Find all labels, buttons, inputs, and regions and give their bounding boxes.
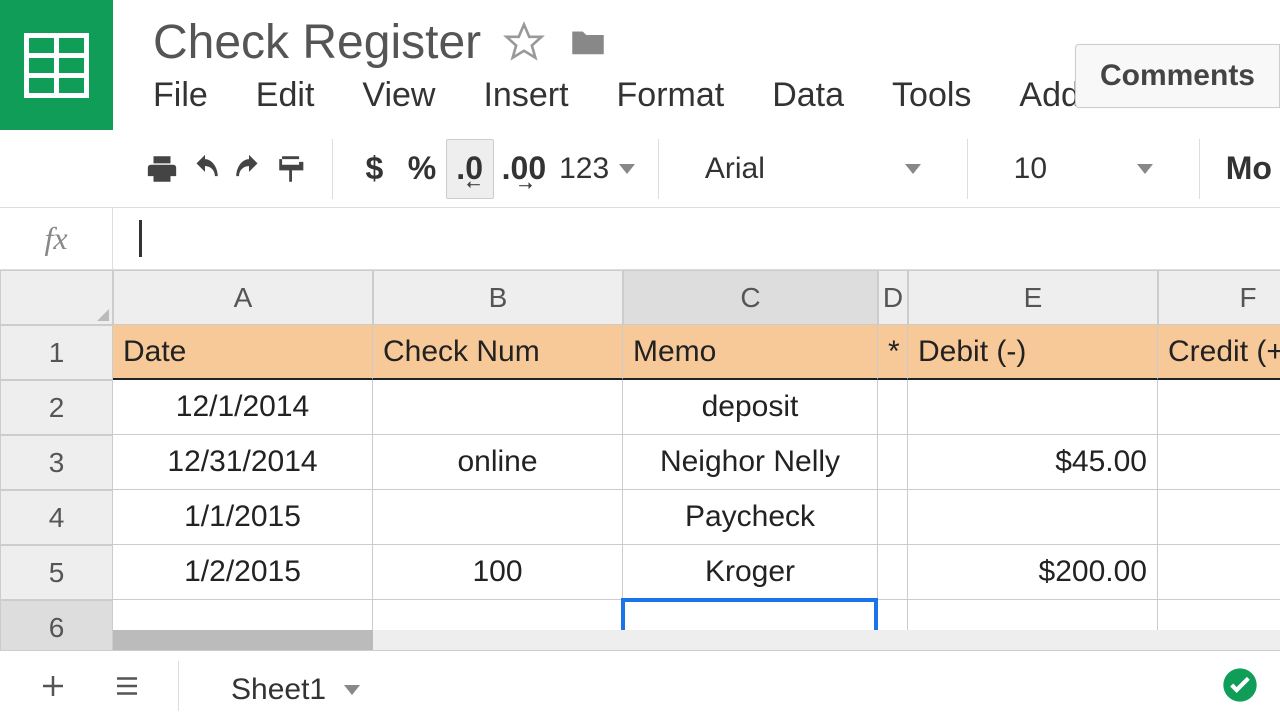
cell-F2[interactable] bbox=[1158, 380, 1280, 435]
cell-E3[interactable]: $45.00 bbox=[908, 435, 1158, 490]
sheet-tab-label: Sheet1 bbox=[231, 673, 326, 707]
select-all-corner[interactable] bbox=[0, 270, 113, 325]
undo-button[interactable] bbox=[183, 139, 226, 199]
row-header-2[interactable]: 2 bbox=[0, 380, 113, 435]
sheets-logo[interactable] bbox=[0, 0, 113, 130]
cell-B4[interactable] bbox=[373, 490, 623, 545]
col-header-B[interactable]: B bbox=[373, 270, 623, 325]
cell-B3[interactable]: online bbox=[373, 435, 623, 490]
cell-D4[interactable] bbox=[878, 490, 908, 545]
formula-bar: fx bbox=[0, 208, 1280, 270]
cell-E4[interactable] bbox=[908, 490, 1158, 545]
row-header-3[interactable]: 3 bbox=[0, 435, 113, 490]
text-caret bbox=[139, 220, 142, 257]
cell-B2[interactable] bbox=[373, 380, 623, 435]
decrease-decimal-button[interactable]: .0 bbox=[446, 139, 494, 199]
col-header-E[interactable]: E bbox=[908, 270, 1158, 325]
cell-A5[interactable]: 1/2/2015 bbox=[113, 545, 373, 600]
row-header-1[interactable]: 1 bbox=[0, 325, 113, 380]
paint-format-button[interactable] bbox=[270, 139, 313, 199]
cell-B5[interactable]: 100 bbox=[373, 545, 623, 600]
cell-C2[interactable]: deposit bbox=[623, 380, 878, 435]
menu-data[interactable]: Data bbox=[772, 76, 844, 115]
scrollbar-thumb[interactable] bbox=[113, 630, 373, 652]
font-size-picker[interactable]: 10 bbox=[986, 152, 1181, 186]
number-format-button[interactable]: 123 bbox=[554, 139, 640, 199]
save-status-icon bbox=[1220, 650, 1260, 720]
col-header-F[interactable]: F bbox=[1158, 270, 1280, 325]
sheet-tab-bar: Sheet1 bbox=[0, 650, 1280, 720]
row-header-4[interactable]: 4 bbox=[0, 490, 113, 545]
print-button[interactable] bbox=[140, 139, 183, 199]
cell-F4[interactable]: $ bbox=[1158, 490, 1280, 545]
cell-B1[interactable]: Check Num bbox=[373, 325, 623, 380]
row-header-5[interactable]: 5 bbox=[0, 545, 113, 600]
numfmt-label: 123 bbox=[559, 152, 609, 186]
cell-A2[interactable]: 12/1/2014 bbox=[113, 380, 373, 435]
row-header-6[interactable]: 6 bbox=[0, 600, 113, 655]
cell-D2[interactable] bbox=[878, 380, 908, 435]
cell-E1[interactable]: Debit (-) bbox=[908, 325, 1158, 380]
sheet-tab-1[interactable]: Sheet1 bbox=[207, 653, 384, 719]
cell-D3[interactable] bbox=[878, 435, 908, 490]
title-bar: Check Register File Edit View Insert For… bbox=[0, 0, 1280, 130]
percent-button[interactable]: % bbox=[398, 139, 445, 199]
toolbar: $ % .0 .00 123 Arial 10 Mo bbox=[0, 130, 1280, 208]
cell-A3[interactable]: 12/31/2014 bbox=[113, 435, 373, 490]
add-sheet-button[interactable] bbox=[30, 663, 76, 709]
more-formats-button[interactable]: Mo bbox=[1218, 150, 1280, 187]
chevron-down-icon bbox=[1137, 164, 1153, 174]
cell-F1[interactable]: Credit (+ bbox=[1158, 325, 1280, 380]
cell-D1[interactable]: * bbox=[878, 325, 908, 380]
font-size-label: 10 bbox=[1014, 152, 1047, 186]
menu-view[interactable]: View bbox=[362, 76, 435, 115]
cell-F5[interactable] bbox=[1158, 545, 1280, 600]
font-picker[interactable]: Arial bbox=[677, 152, 949, 186]
spreadsheet-grid[interactable]: A B C D E F 1 Date Check Num Memo * Debi… bbox=[0, 270, 1280, 650]
col-header-A[interactable]: A bbox=[113, 270, 373, 325]
font-name-label: Arial bbox=[705, 152, 765, 186]
menu-file[interactable]: File bbox=[153, 76, 208, 115]
menu-edit[interactable]: Edit bbox=[256, 76, 315, 115]
cell-C3[interactable]: Neighor Nelly bbox=[623, 435, 878, 490]
cell-F3[interactable] bbox=[1158, 435, 1280, 490]
spreadsheet-icon bbox=[19, 28, 94, 103]
menu-insert[interactable]: Insert bbox=[483, 76, 568, 115]
chevron-down-icon bbox=[905, 164, 921, 174]
col-header-C[interactable]: C bbox=[623, 270, 878, 325]
menu-format[interactable]: Format bbox=[617, 76, 725, 115]
increase-decimal-button[interactable]: .00 bbox=[494, 139, 554, 199]
col-header-D[interactable]: D bbox=[878, 270, 908, 325]
redo-button[interactable] bbox=[227, 139, 270, 199]
formula-input[interactable] bbox=[113, 208, 1280, 269]
cell-E2[interactable] bbox=[908, 380, 1158, 435]
document-title[interactable]: Check Register bbox=[153, 15, 481, 70]
menu-tools[interactable]: Tools bbox=[892, 76, 971, 115]
comments-button[interactable]: Comments bbox=[1075, 44, 1280, 108]
cell-A1[interactable]: Date bbox=[113, 325, 373, 380]
cell-D5[interactable] bbox=[878, 545, 908, 600]
fx-icon: fx bbox=[0, 208, 113, 269]
horizontal-scrollbar[interactable] bbox=[113, 630, 1280, 652]
chevron-down-icon bbox=[344, 685, 360, 695]
cell-C4[interactable]: Paycheck bbox=[623, 490, 878, 545]
cell-A4[interactable]: 1/1/2015 bbox=[113, 490, 373, 545]
chevron-down-icon bbox=[619, 164, 635, 174]
currency-button[interactable]: $ bbox=[351, 139, 398, 199]
cell-C5[interactable]: Kroger bbox=[623, 545, 878, 600]
cell-C1[interactable]: Memo bbox=[623, 325, 878, 380]
cell-E5[interactable]: $200.00 bbox=[908, 545, 1158, 600]
star-icon[interactable] bbox=[503, 21, 545, 63]
folder-icon[interactable] bbox=[567, 21, 609, 63]
all-sheets-button[interactable] bbox=[104, 663, 150, 709]
